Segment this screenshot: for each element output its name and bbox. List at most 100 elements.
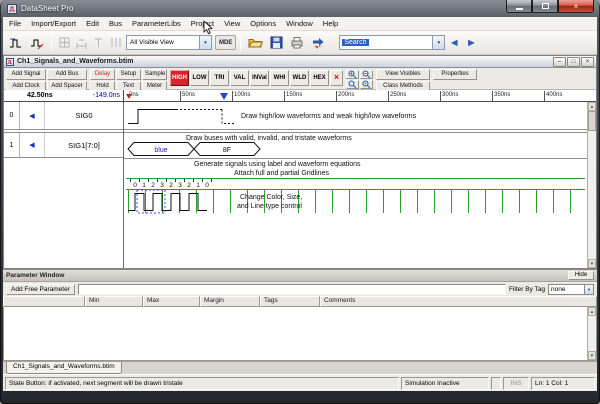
scroll-down-icon[interactable]: ▼ xyxy=(588,259,596,268)
minimize-button[interactable] xyxy=(506,0,532,13)
add-bus-button[interactable]: Add Bus xyxy=(47,69,87,80)
hide-button[interactable]: Hide xyxy=(568,271,594,280)
save-button[interactable] xyxy=(266,33,286,52)
delay-button[interactable]: Delay xyxy=(90,69,115,80)
document-title-bar[interactable]: Ch1_Signals_and_Waveforms.btim – □ × xyxy=(4,56,596,68)
scroll-down-icon[interactable]: ▼ xyxy=(588,351,596,360)
signal-row[interactable]: 1 ◀ SIG1[7:0] xyxy=(4,133,123,158)
add-signal-button[interactable]: Add Signal xyxy=(6,69,46,80)
parameter-vertical-scrollbar[interactable]: ▲ ▼ xyxy=(587,307,596,360)
title-bar[interactable]: DataSheet Pro × xyxy=(0,0,600,17)
search-input[interactable]: Search xyxy=(342,39,368,46)
parameter-table-body[interactable]: ▲ ▼ xyxy=(3,307,597,361)
measure-icon xyxy=(75,36,88,49)
chevron-down-icon[interactable]: ▼ xyxy=(584,285,593,294)
doc-maximize-button[interactable]: □ xyxy=(567,57,580,67)
main-toolbar: All Visible View ▼ MDE xyxy=(3,31,597,55)
menu-import-export[interactable]: Import/Export xyxy=(26,17,81,30)
scrollbar-thumb[interactable] xyxy=(588,111,596,131)
save-floppy-icon xyxy=(270,36,283,49)
zoom-range-button[interactable] xyxy=(360,80,373,89)
signal-name[interactable]: SIG1[7:0] xyxy=(45,133,123,157)
add-free-parameter-button[interactable]: Add Free Parameter xyxy=(6,284,75,295)
print-button[interactable] xyxy=(287,33,307,52)
time-marker-blue[interactable] xyxy=(220,93,228,100)
column-header-comments[interactable]: Comments xyxy=(320,296,597,307)
signal-marker-icon[interactable]: ◀ xyxy=(20,102,45,129)
bus-value-label: blue xyxy=(154,147,167,154)
close-button[interactable]: × xyxy=(558,0,594,13)
parameter-input[interactable] xyxy=(78,284,506,295)
menu-edit[interactable]: Edit xyxy=(81,17,104,30)
view-selector[interactable]: All Visible View ▼ xyxy=(126,35,212,50)
import-export-icon xyxy=(311,36,325,49)
column-header-min[interactable]: Min xyxy=(85,296,143,307)
zoom-full-button[interactable] xyxy=(346,80,359,89)
search-box[interactable]: Search ▼ xyxy=(339,35,445,50)
column-header-name[interactable] xyxy=(3,296,85,307)
filter-tag-select[interactable]: none ▼ xyxy=(548,284,594,295)
parameter-table-rows[interactable] xyxy=(4,307,587,360)
waveform-canvas[interactable]: Draw high/low waveforms and weak high/lo… xyxy=(124,102,587,268)
scroll-up-icon[interactable]: ▲ xyxy=(588,102,596,111)
edit-waveform-button[interactable] xyxy=(27,33,47,52)
nav-forward-button[interactable]: ▶ xyxy=(463,33,479,52)
state-inval-button[interactable]: INVal xyxy=(250,70,269,86)
column-header-tags[interactable]: Tags xyxy=(260,296,320,307)
ruler-tick: 300ns xyxy=(440,91,458,101)
sample-button[interactable]: Sample xyxy=(142,69,167,80)
state-whi-button[interactable]: WHI xyxy=(270,70,289,86)
open-button[interactable] xyxy=(245,33,265,52)
scroll-up-icon[interactable]: ▲ xyxy=(588,307,596,316)
scrollbar-track[interactable] xyxy=(588,316,596,351)
menu-help[interactable]: Help xyxy=(318,17,343,30)
setup-button[interactable]: Setup xyxy=(116,69,141,80)
gridline-button[interactable] xyxy=(107,33,123,52)
nav-back-button[interactable]: ◀ xyxy=(446,33,462,52)
time-ruler[interactable]: 0ns 50ns 100ns 150ns 200ns 250ns 300ns 3… xyxy=(124,90,596,101)
grid-button[interactable] xyxy=(56,33,72,52)
view-visibles-button[interactable]: View Visibles xyxy=(376,69,430,80)
import-export-button[interactable] xyxy=(308,33,328,52)
state-low-button[interactable]: LOW xyxy=(190,70,209,86)
maximize-button[interactable] xyxy=(532,0,558,13)
properties-button[interactable]: Properties xyxy=(433,69,477,80)
menu-window[interactable]: Window xyxy=(281,17,318,30)
state-high-button[interactable]: HIGH xyxy=(170,70,189,86)
search-dropdown-icon[interactable]: ▼ xyxy=(432,36,444,49)
mde-button[interactable]: MDE xyxy=(215,35,236,50)
waveform-vertical-scrollbar[interactable]: ▲ ▼ xyxy=(587,102,596,268)
time-marker-red[interactable] xyxy=(126,94,132,99)
menu-view[interactable]: View xyxy=(219,17,245,30)
delete-segment-button[interactable]: × xyxy=(330,70,343,86)
new-timing-diagram-button[interactable] xyxy=(6,33,26,52)
column-header-max[interactable]: Max xyxy=(143,296,200,307)
state-val-button[interactable]: VAL xyxy=(230,70,249,86)
doc-minimize-button[interactable]: – xyxy=(553,57,566,67)
menu-parameterlibs[interactable]: ParameterLibs xyxy=(127,17,186,30)
signal-name[interactable]: SIG0 xyxy=(45,102,123,129)
column-header-margin[interactable]: Margin xyxy=(200,296,260,307)
chevron-down-icon[interactable]: ▼ xyxy=(199,36,211,49)
scrollbar-track[interactable] xyxy=(588,131,596,259)
signal-row[interactable]: 0 ◀ SIG0 xyxy=(4,102,123,130)
doc-close-button[interactable]: × xyxy=(581,57,594,67)
document-tab-bar: Ch1_Signals_and_Waveforms.btim xyxy=(3,361,597,374)
gridline-icon xyxy=(109,36,122,49)
label-button[interactable] xyxy=(90,33,106,52)
state-hex-button[interactable]: HEX xyxy=(310,70,329,86)
state-wld-button[interactable]: WLD xyxy=(290,70,309,86)
document-tab[interactable]: Ch1_Signals_and_Waveforms.btim xyxy=(6,362,122,374)
zoom-out-button[interactable] xyxy=(360,70,373,79)
menu-options[interactable]: Options xyxy=(245,17,281,30)
cursor-position-indicator: Ln: 1 Col: 1 xyxy=(531,377,595,390)
zoom-in-button[interactable] xyxy=(346,70,359,79)
parameter-window-header[interactable]: Parameter Window Hide xyxy=(3,270,597,282)
signal-marker-icon[interactable]: ◀ xyxy=(20,133,45,157)
state-tri-button[interactable]: TRI xyxy=(210,70,229,86)
gridline-label: 3 xyxy=(178,182,182,189)
measure-button[interactable] xyxy=(73,33,89,52)
menu-file[interactable]: File xyxy=(4,17,26,30)
clock-waveform[interactable] xyxy=(128,194,207,211)
menu-bus[interactable]: Bus xyxy=(104,17,127,30)
